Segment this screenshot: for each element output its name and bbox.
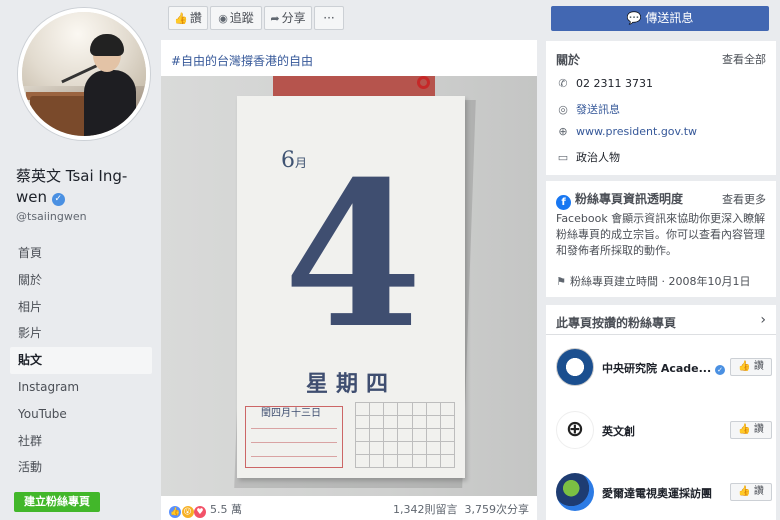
more-button[interactable]: ··· xyxy=(314,6,344,30)
yingwenchuang-logo[interactable]: ⊕ xyxy=(556,411,594,449)
rss-icon: ◉ xyxy=(218,12,228,25)
send-message-label: 傳送訊息 xyxy=(645,11,694,25)
liked-pages-card: 此專頁按讚的粉絲專頁 › 中央研究院 Acade... ✓ 👍 讚 ⊕ 英文創 … xyxy=(546,305,776,520)
flag-icon: ⚑ xyxy=(556,275,566,288)
like-reaction-icon: 👍 xyxy=(169,506,181,518)
liked-page-name-text[interactable]: 中央研究院 Acade... xyxy=(602,362,711,375)
nav-item-instagram[interactable]: Instagram xyxy=(10,374,152,401)
category-link[interactable]: 政治人物 xyxy=(576,151,620,164)
transparency-title: f 粉絲專頁資訊透明度 xyxy=(556,190,683,210)
website-link[interactable]: www.president.gov.tw xyxy=(576,125,697,138)
calendar-lunar-date: 閏四月十三日 xyxy=(261,408,321,419)
post-counts: 1,342則留言 3,759次分享 xyxy=(393,501,529,517)
page-name[interactable]: 蔡英文 Tsai Ing-wen ✓ xyxy=(16,166,156,208)
calendar-day: 4 xyxy=(283,138,423,373)
profile-avatar[interactable] xyxy=(18,8,150,140)
phone-row: ✆ 02 2311 3731 xyxy=(556,77,653,90)
nav-item-videos[interactable]: 影片 xyxy=(10,320,152,347)
reactions-count: 5.5 萬 xyxy=(210,503,242,516)
thumbs-up-icon: 👍 xyxy=(738,424,751,435)
liked-page-item[interactable]: 中央研究院 Acade... ✓ 👍 讚 xyxy=(556,348,772,388)
follow-button[interactable]: ◉ 追蹤 xyxy=(210,6,262,30)
thumbs-up-icon: 👍 xyxy=(738,361,751,372)
liked-page-item[interactable]: ⊕ 英文創 👍 讚 xyxy=(556,411,772,451)
transparency-see-more-link[interactable]: 查看更多 xyxy=(722,191,766,207)
academia-sinica-logo[interactable] xyxy=(556,348,594,386)
like-page-button[interactable]: 👍 讚 xyxy=(168,6,208,30)
love-reaction-icon: ♥ xyxy=(194,506,206,518)
facebook-logo-icon: f xyxy=(556,195,571,210)
liked-page-name[interactable]: 愛爾達電視奧運採訪團 xyxy=(602,485,712,501)
messenger-icon: 💬 xyxy=(626,11,642,25)
elta-olympics-logo[interactable] xyxy=(556,473,594,511)
liked-page-name[interactable]: 中央研究院 Acade... ✓ xyxy=(602,360,726,376)
nav-item-youtube[interactable]: YouTube xyxy=(10,401,152,428)
phone-icon: ✆ xyxy=(558,77,568,90)
messenger-icon: ◎ xyxy=(558,103,568,116)
share-icon: ➦ xyxy=(270,12,280,25)
page-name-text[interactable]: 蔡英文 Tsai Ing-wen xyxy=(16,167,127,206)
tag-icon: ▭ xyxy=(557,151,569,164)
transparency-description: Facebook 會顯示資訊來協助你更深入瞭解粉絲專頁的成立宗旨。你可以查看內容… xyxy=(556,212,766,257)
message-row[interactable]: ◎ 發送訊息 xyxy=(556,101,620,117)
calendar-page: 6月 4 星期四 閏四月十三日 xyxy=(237,96,465,478)
about-see-all-link[interactable]: 查看全部 xyxy=(722,51,766,67)
post-hashtag-link[interactable]: #自由的台灣撐香港的自由 xyxy=(171,52,313,69)
liked-pages-title: 此專頁按讚的粉絲專頁 xyxy=(556,316,677,330)
nav-item-events[interactable]: 活動 xyxy=(10,454,152,481)
transparency-card: f 粉絲專頁資訊透明度 查看更多 Facebook 會顯示資訊來協助你更深入瞭解粉… xyxy=(546,181,776,297)
message-link[interactable]: 發送訊息 xyxy=(576,103,620,116)
left-sidebar: 蔡英文 Tsai Ing-wen ✓ @tsaiingwen 首頁 關於 相片 … xyxy=(0,0,160,520)
page-nav: 首頁 關於 相片 影片 貼文 Instagram YouTube 社群 活動 xyxy=(10,240,152,481)
nav-item-community[interactable]: 社群 xyxy=(10,428,152,455)
comments-count[interactable]: 1,342則留言 xyxy=(393,503,458,516)
post-image-calendar[interactable]: 6月 4 星期四 閏四月十三日 xyxy=(161,76,537,520)
phone-number: 02 2311 3731 xyxy=(576,77,653,90)
page-created-date: 粉絲專頁建立時間 · 2008年10月1日 xyxy=(570,275,751,288)
calendar-weekday: 星期四 xyxy=(305,371,396,397)
website-row[interactable]: ⊕ www.president.gov.tw xyxy=(556,125,697,138)
shares-count[interactable]: 3,759次分享 xyxy=(465,503,530,516)
follow-label: 追蹤 xyxy=(229,11,254,25)
calendar-ring-icon xyxy=(417,76,430,89)
thumbs-up-icon: 👍 xyxy=(174,12,188,25)
send-message-button[interactable]: 💬 傳送訊息 xyxy=(551,6,769,31)
verified-badge-icon: ✓ xyxy=(51,193,65,206)
liked-page-name[interactable]: 英文創 xyxy=(602,423,635,439)
nav-item-about[interactable]: 關於 xyxy=(10,267,152,294)
nav-item-posts[interactable]: 貼文 xyxy=(10,347,152,374)
about-card: 關於 查看全部 ✆ 02 2311 3731 ◎ 發送訊息 ⊕ www.preside… xyxy=(546,41,776,175)
category-row: ▭ 政治人物 xyxy=(556,149,620,165)
reactions-summary[interactable]: 👍 😮 ♥ 5.5 萬 xyxy=(169,501,242,518)
create-page-button[interactable]: 建立粉絲專頁 xyxy=(14,492,100,512)
thumbs-up-icon: 👍 xyxy=(738,486,751,497)
wow-reaction-icon: 😮 xyxy=(181,506,194,518)
page-handle: @tsaiingwen xyxy=(16,210,87,223)
post-card: #自由的台灣撐香港的自由 6月 4 星期四 閏四月十三日 👍 � xyxy=(161,40,537,520)
globe-icon: ⊕ xyxy=(558,125,568,138)
calendar-month-grid xyxy=(355,402,455,468)
like-page-button[interactable]: 👍 讚 xyxy=(730,421,772,439)
like-page-label: 讚 xyxy=(753,486,764,497)
like-page-button[interactable]: 👍 讚 xyxy=(730,483,772,501)
share-button[interactable]: ➦ 分享 xyxy=(264,6,312,30)
verified-badge-icon: ✓ xyxy=(715,365,726,375)
like-page-label: 讚 xyxy=(753,424,764,435)
nav-item-photos[interactable]: 相片 xyxy=(10,294,152,321)
like-page-label: 讚 xyxy=(753,361,764,372)
like-page-label: 讚 xyxy=(189,11,202,25)
transparency-title-text: 粉絲專頁資訊透明度 xyxy=(575,192,684,206)
share-label: 分享 xyxy=(281,11,306,25)
post-stats-bar: 👍 😮 ♥ 5.5 萬 1,342則留言 3,759次分享 xyxy=(161,496,537,520)
nav-item-home[interactable]: 首頁 xyxy=(10,240,152,267)
liked-page-item[interactable]: 愛爾達電視奧運採訪團 👍 讚 xyxy=(556,473,772,513)
page-created-row: ⚑ 粉絲專頁建立時間 · 2008年10月1日 xyxy=(556,273,750,289)
about-title: 關於 xyxy=(556,53,581,67)
chevron-right-icon[interactable]: › xyxy=(760,312,766,328)
like-page-button[interactable]: 👍 讚 xyxy=(730,358,772,376)
